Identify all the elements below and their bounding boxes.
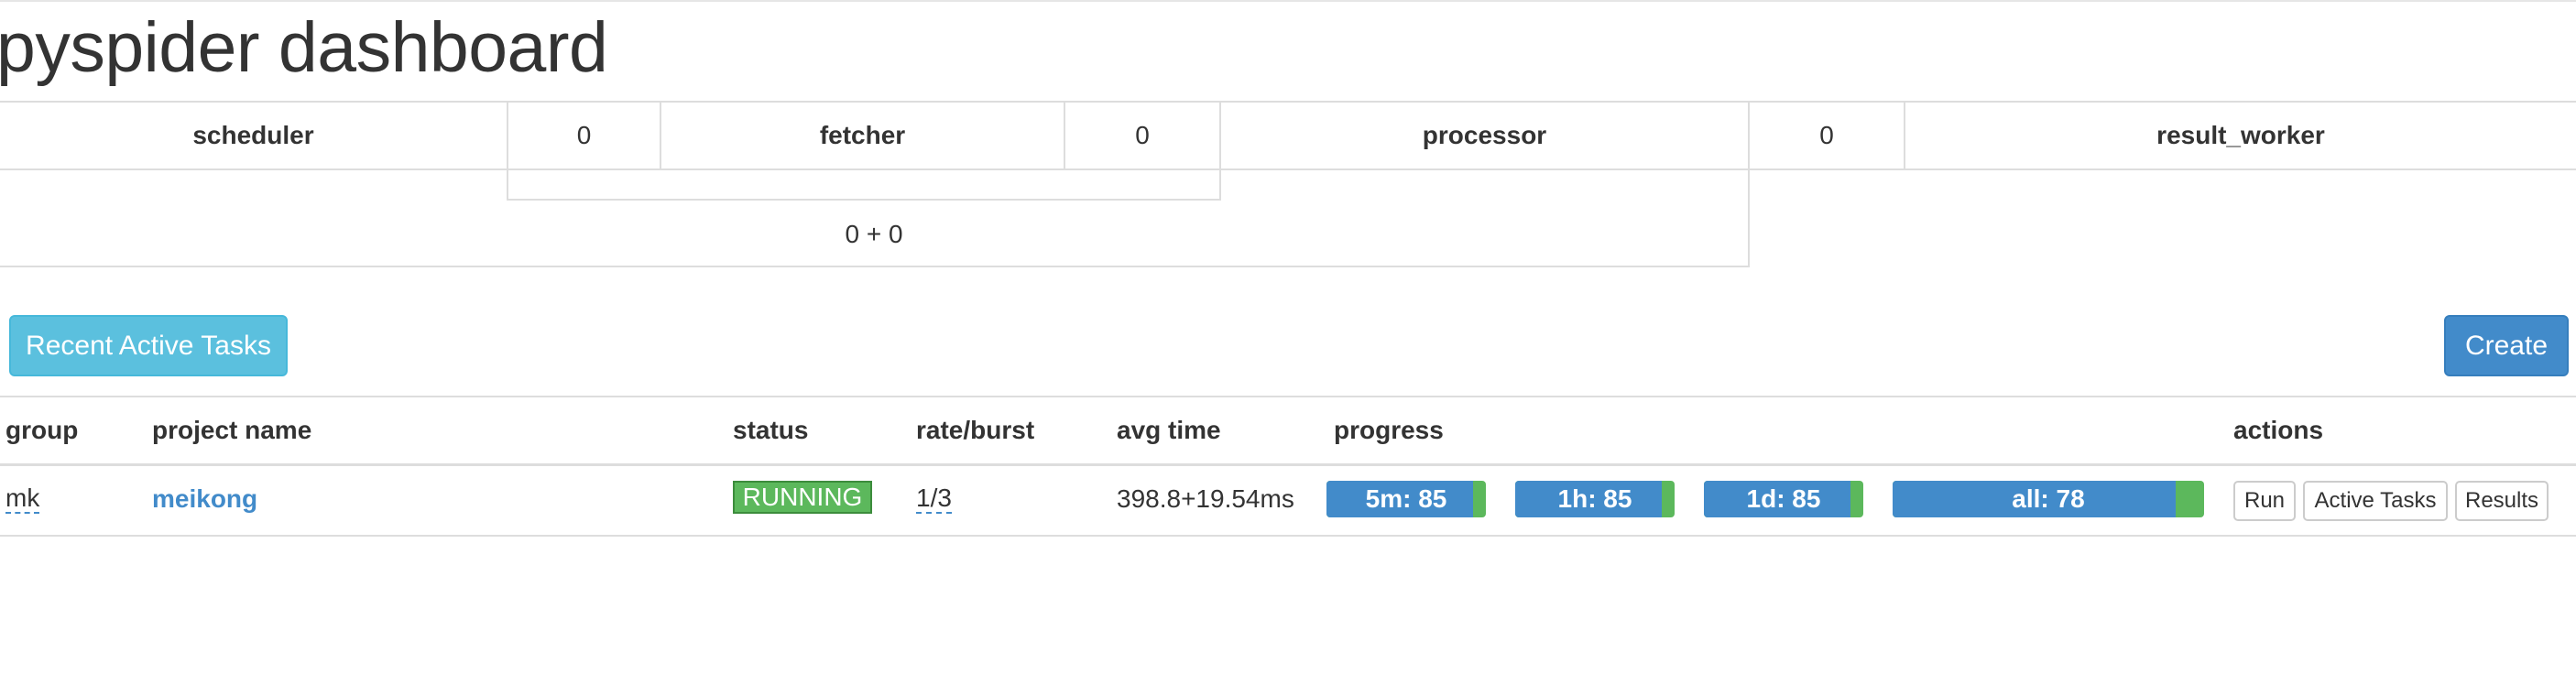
project-group-value[interactable]: mk	[5, 484, 40, 514]
column-header-rate-burst[interactable]: rate/burst	[916, 412, 1034, 449]
status-badge[interactable]: RUNNING	[733, 481, 872, 514]
processor-label: processor	[1422, 121, 1547, 149]
column-header-progress[interactable]: progress	[1334, 412, 1444, 449]
project-name-cell: meikong	[152, 481, 257, 517]
table-row-border	[0, 535, 2576, 537]
table-header-border	[0, 463, 2576, 466]
queue-sum: 0 + 0	[845, 220, 903, 248]
scheduler-label: scheduler	[192, 121, 314, 149]
fetcher-label: fetcher	[819, 121, 906, 149]
avg-time-value: 398.8+19.54ms	[1117, 484, 1294, 513]
column-header-group[interactable]: group	[5, 412, 78, 449]
project-name-link[interactable]: meikong	[152, 484, 257, 514]
table-top-border	[0, 396, 2576, 397]
create-project-button[interactable]: Create	[2444, 315, 2569, 376]
fetcher-to-processor-count: 0	[1135, 121, 1150, 149]
recent-active-tasks-button[interactable]: Recent Active Tasks	[9, 315, 288, 376]
column-header-avg-time[interactable]: avg time	[1117, 412, 1221, 449]
column-header-project-name[interactable]: project name	[152, 412, 311, 449]
active-tasks-button[interactable]: Active Tasks	[2303, 481, 2448, 521]
progress-1h[interactable]: 1h: 85	[1515, 481, 1675, 517]
progress-1d-label: 1d: 85	[1746, 484, 1821, 513]
top-divider	[0, 0, 2576, 2]
progress-1d[interactable]: 1d: 85	[1704, 481, 1863, 517]
run-button[interactable]: Run	[2233, 481, 2296, 521]
result-worker-label: result_worker	[2156, 121, 2325, 149]
column-header-actions: actions	[2233, 416, 2324, 444]
column-header-status[interactable]: status	[733, 412, 808, 449]
processor-to-result-count: 0	[1819, 121, 1834, 149]
progress-5m-label: 5m: 85	[1365, 484, 1447, 513]
rate-burst-cell[interactable]: 1/3	[916, 481, 952, 517]
results-button[interactable]: Results	[2455, 481, 2549, 521]
progress-all-label: all: 78	[2012, 484, 2085, 513]
rate-burst-value[interactable]: 1/3	[916, 484, 952, 514]
progress-1h-label: 1h: 85	[1557, 484, 1632, 513]
fetcher-queue-bottom-border	[507, 199, 1221, 201]
scheduler-to-fetcher-count: 0	[576, 121, 592, 149]
progress-all[interactable]: all: 78	[1893, 481, 2204, 517]
project-group-cell[interactable]: mk	[5, 481, 40, 517]
page-title: pyspider dashboard	[0, 8, 608, 87]
queue-row-bottom-border	[0, 168, 2576, 170]
progress-5m[interactable]: 5m: 85	[1326, 481, 1486, 517]
dashboard-page: pyspider dashboard scheduler 0 fetcher 0…	[0, 0, 2576, 674]
